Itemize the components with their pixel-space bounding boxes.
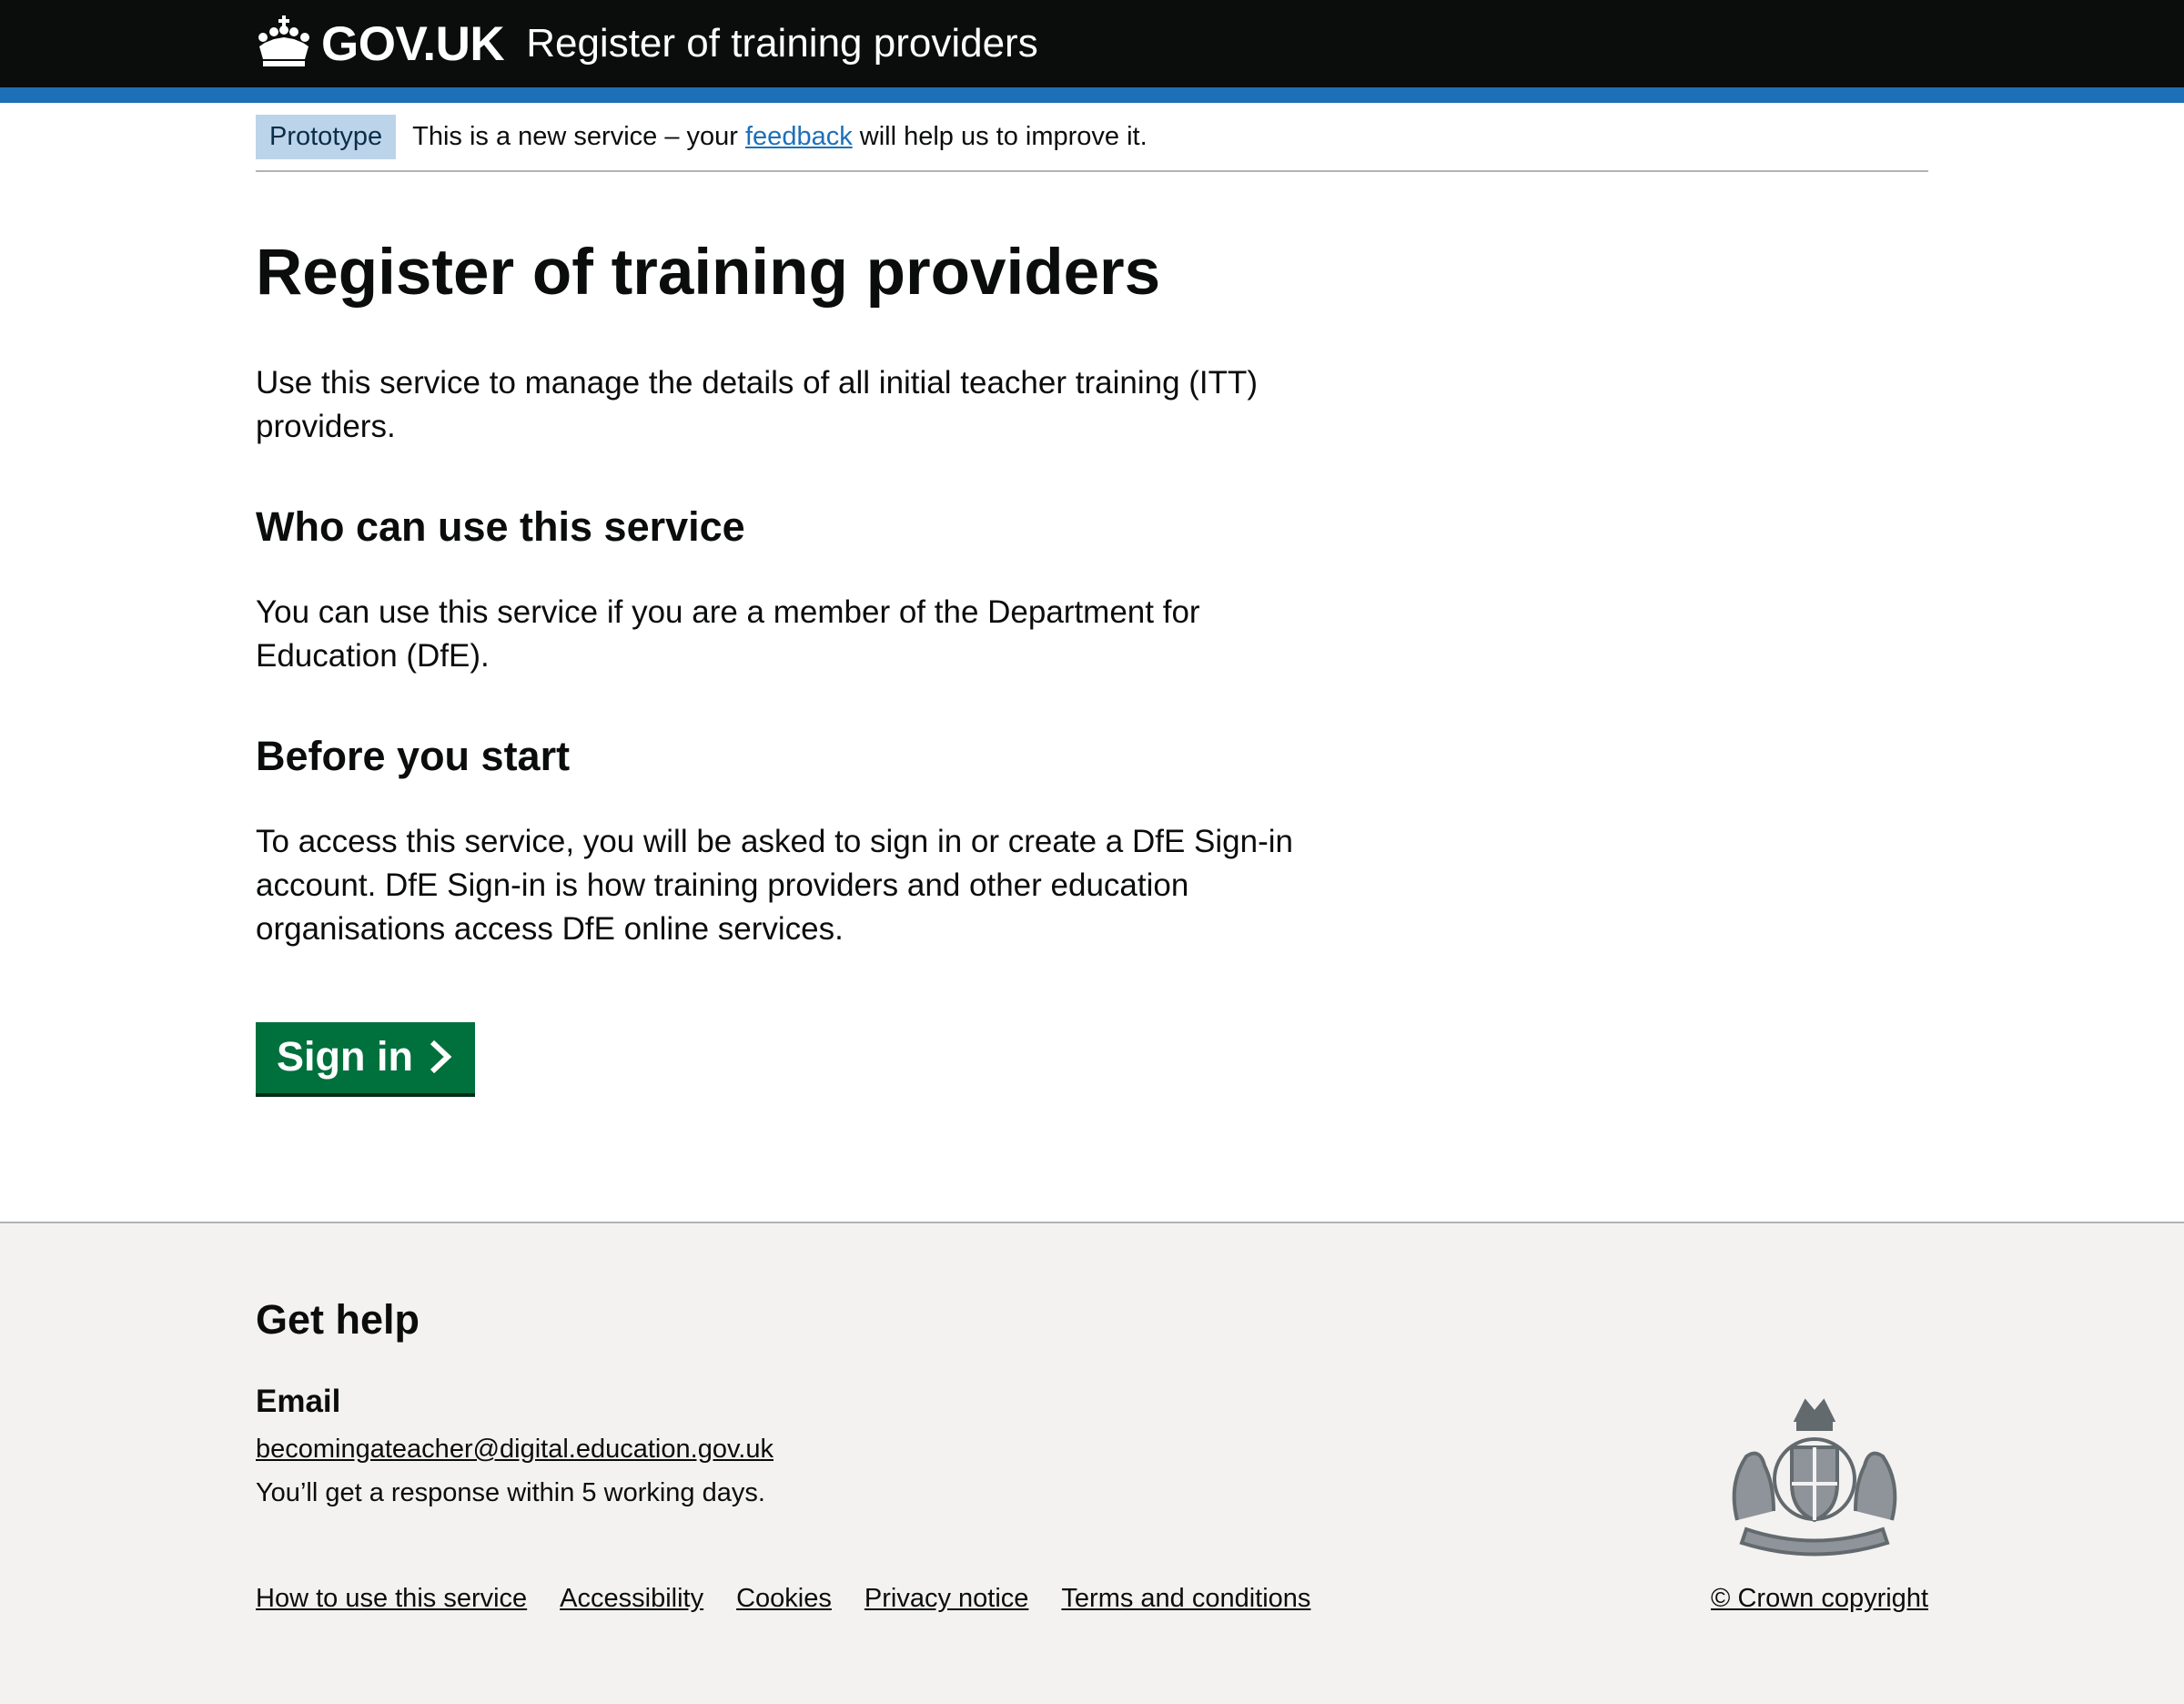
site-footer: Get help Email becomingateacher@digital.… xyxy=(0,1222,2184,1704)
service-name-link[interactable]: Register of training providers xyxy=(526,21,1037,66)
footer-link-accessibility[interactable]: Accessibility xyxy=(560,1584,703,1614)
sign-in-label: Sign in xyxy=(277,1033,413,1080)
phase-text-after: will help us to improve it. xyxy=(852,121,1148,151)
phase-tag: Prototype xyxy=(256,114,397,159)
chevron-right-icon xyxy=(430,1040,452,1074)
feedback-link[interactable]: feedback xyxy=(745,122,853,151)
royal-coat-of-arms-icon xyxy=(1732,1398,1897,1557)
who-heading: Who can use this service xyxy=(256,503,745,551)
before-text: To access this service, you will be aske… xyxy=(256,824,1293,948)
phase-banner: Prototype This is a new service – your f… xyxy=(256,103,1928,172)
footer-link-privacy[interactable]: Privacy notice xyxy=(864,1584,1029,1614)
email-label: Email xyxy=(256,1384,341,1419)
footer-link-cookies[interactable]: Cookies xyxy=(736,1584,832,1614)
response-note: You’ll get a response within 5 working d… xyxy=(256,1478,765,1507)
phase-text-before: This is a new service – your xyxy=(412,121,745,151)
sign-in-button[interactable]: Sign in xyxy=(256,1022,475,1094)
page-title: Register of training providers xyxy=(256,237,1161,309)
site-header: GOV.UK Register of training providers xyxy=(0,0,2184,87)
footer-link-terms[interactable]: Terms and conditions xyxy=(1061,1584,1310,1614)
before-heading: Before you start xyxy=(256,733,571,780)
crown-icon[interactable] xyxy=(256,15,312,68)
email-link[interactable]: becomingateacher@digital.education.gov.u… xyxy=(256,1435,774,1465)
crown-copyright-link[interactable]: © Crown copyright xyxy=(1711,1584,1928,1614)
main-content: Register of training providers Use this … xyxy=(256,172,1928,1094)
footer-title: Get help xyxy=(256,1296,420,1343)
footer-link-how-to-use[interactable]: How to use this service xyxy=(256,1584,527,1614)
header-accent-bar xyxy=(0,87,2184,103)
footer-links: How to use this service Accessibility Co… xyxy=(256,1584,1310,1614)
govuk-logo-text[interactable]: GOV.UK xyxy=(321,16,505,72)
intro-text: Use this service to manage the details o… xyxy=(256,365,1259,445)
who-text: You can use this service if you are a me… xyxy=(256,594,1200,674)
phase-text: This is a new service – your feedback wi… xyxy=(412,122,1148,152)
